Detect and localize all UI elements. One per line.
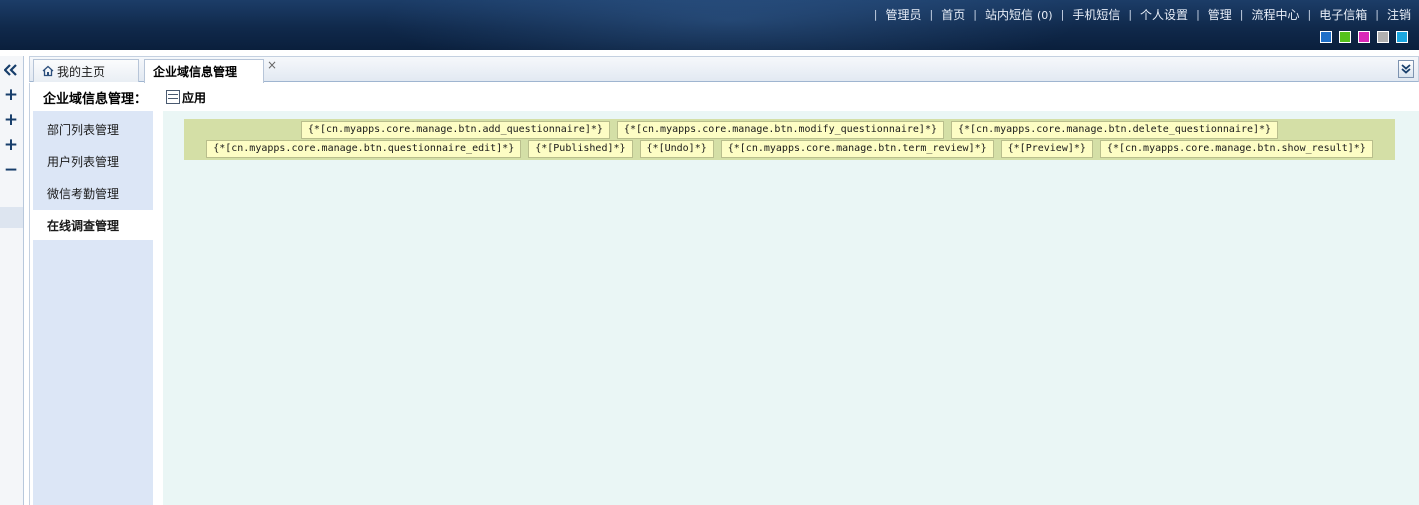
double-chevron-down-icon bbox=[1401, 64, 1411, 74]
theme-swatch-magenta[interactable] bbox=[1358, 31, 1370, 43]
content-area: 企业域信息管理： 部门列表管理 用户列表管理 微信考勤管理 在线调查管理 应用 … bbox=[29, 83, 1419, 505]
inbox-count: (0) bbox=[1037, 8, 1053, 22]
sidebar-item-departments[interactable]: 部门列表管理 bbox=[33, 114, 153, 144]
theme-swatch-gray[interactable] bbox=[1377, 31, 1389, 43]
nav-manage[interactable]: 管理 bbox=[1208, 6, 1232, 23]
app-header: | 管理员 | 首页 | 站内短信 (0) | 手机短信 | 个人设置 | 管理 … bbox=[0, 0, 1419, 50]
tab-list-button[interactable] bbox=[1398, 60, 1414, 78]
header-nav: | 管理员 | 首页 | 站内短信 (0) | 手机短信 | 个人设置 | 管理 … bbox=[866, 5, 1411, 23]
expand-button-2[interactable]: + bbox=[0, 110, 22, 130]
toolbar-row-1: {*[cn.myapps.core.manage.btn.add_questio… bbox=[184, 121, 1395, 139]
expand-button-3[interactable]: + bbox=[0, 135, 22, 155]
nav-separator: | bbox=[1375, 7, 1379, 21]
show-result-button[interactable]: {*[cn.myapps.core.manage.btn.show_result… bbox=[1099, 140, 1373, 158]
sidebar-item-wechat-attendance[interactable]: 微信考勤管理 bbox=[33, 178, 153, 208]
apply-button[interactable]: 应用 bbox=[166, 87, 206, 107]
delete-questionnaire-button[interactable]: {*[cn.myapps.core.manage.btn.delete_ques… bbox=[951, 121, 1279, 139]
preview-button[interactable]: {*[Preview]*} bbox=[1000, 140, 1093, 158]
theme-swatch-green[interactable] bbox=[1339, 31, 1351, 43]
double-chevron-left-icon bbox=[4, 64, 17, 76]
nav-logout[interactable]: 注销 bbox=[1387, 6, 1411, 23]
nav-settings[interactable]: 个人设置 bbox=[1140, 6, 1188, 23]
sidebar-title: 企业域信息管理： bbox=[33, 83, 153, 111]
nav-inbox[interactable]: 站内短信 (0) bbox=[985, 6, 1053, 23]
modify-questionnaire-button[interactable]: {*[cn.myapps.core.manage.btn.modify_ques… bbox=[616, 121, 944, 139]
undo-button[interactable]: {*[Undo]*} bbox=[639, 140, 714, 158]
nav-separator: | bbox=[1060, 7, 1065, 21]
nav-separator: | bbox=[1196, 7, 1200, 21]
apply-label: 应用 bbox=[182, 90, 207, 105]
main-panel bbox=[163, 111, 1419, 505]
nav-home[interactable]: 首页 bbox=[941, 6, 965, 23]
collapse-minus-button[interactable]: − bbox=[0, 160, 22, 180]
tab-home-label: 我的主页 bbox=[57, 64, 106, 79]
nav-separator: | bbox=[1307, 7, 1312, 21]
rail-selection-marker bbox=[0, 207, 23, 228]
tab-home[interactable]: 我的主页 bbox=[33, 59, 139, 82]
expand-button-1[interactable]: + bbox=[0, 85, 22, 105]
nav-separator: | bbox=[929, 7, 934, 21]
term-review-button[interactable]: {*[cn.myapps.core.manage.btn.term_review… bbox=[720, 140, 994, 158]
published-button[interactable]: {*[Published]*} bbox=[528, 140, 633, 158]
nav-separator: | bbox=[873, 7, 878, 21]
tab-close-icon[interactable]: × bbox=[267, 58, 277, 72]
home-icon bbox=[42, 65, 54, 77]
nav-workflow[interactable]: 流程中心 bbox=[1252, 6, 1300, 23]
sidebar: 企业域信息管理： 部门列表管理 用户列表管理 微信考勤管理 在线调查管理 bbox=[33, 83, 153, 505]
toolbar-row-2: {*[cn.myapps.core.manage.btn.questionnai… bbox=[184, 140, 1395, 158]
collapse-button[interactable] bbox=[0, 60, 22, 80]
sidebar-item-online-survey[interactable]: 在线调查管理 bbox=[33, 210, 153, 240]
nav-separator: | bbox=[1239, 7, 1244, 21]
add-questionnaire-button[interactable]: {*[cn.myapps.core.manage.btn.add_questio… bbox=[300, 121, 610, 139]
tab-enterprise-info[interactable]: 企业域信息管理 × bbox=[144, 58, 277, 83]
nav-sms[interactable]: 手机短信 bbox=[1072, 6, 1120, 23]
questionnaire-toolbar: {*[cn.myapps.core.manage.btn.add_questio… bbox=[184, 119, 1395, 160]
apply-icon bbox=[166, 90, 180, 104]
sidebar-item-users[interactable]: 用户列表管理 bbox=[33, 146, 153, 176]
nav-separator: | bbox=[1128, 7, 1133, 21]
nav-inbox-label: 站内短信 bbox=[984, 7, 1033, 22]
questionnaire-edit-button[interactable]: {*[cn.myapps.core.manage.btn.questionnai… bbox=[206, 140, 522, 158]
theme-swatches bbox=[1320, 31, 1408, 43]
theme-swatch-blue[interactable] bbox=[1320, 31, 1332, 43]
nav-email[interactable]: 电子信箱 bbox=[1319, 6, 1367, 23]
nav-admin[interactable]: 管理员 bbox=[886, 6, 922, 23]
tab-strip: 我的主页 企业域信息管理 × bbox=[29, 56, 1419, 83]
left-rail: + + + − bbox=[0, 56, 24, 505]
tab-enterprise-label: 企业域信息管理 bbox=[153, 65, 238, 79]
nav-separator: | bbox=[973, 7, 977, 21]
theme-swatch-cyan[interactable] bbox=[1396, 31, 1408, 43]
